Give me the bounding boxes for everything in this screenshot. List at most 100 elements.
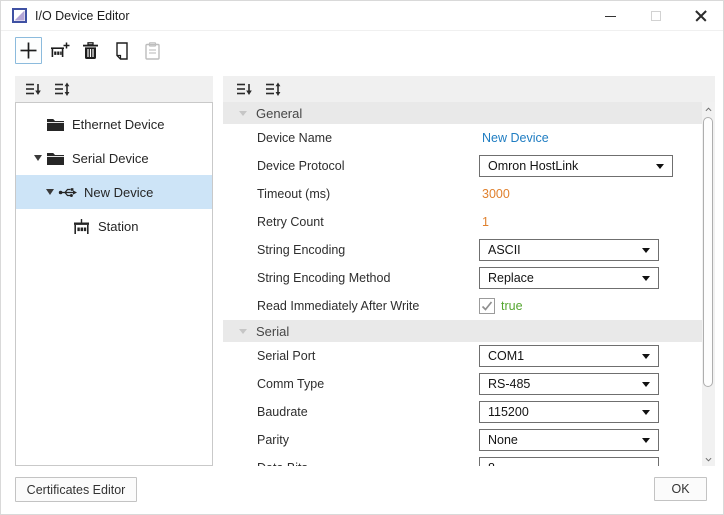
dropdown-selected-value: COM1 — [488, 349, 642, 363]
close-icon — [695, 10, 707, 22]
property-value: 115200 — [479, 401, 659, 423]
property-panel: GeneralDevice NameNew DeviceDevice Proto… — [223, 76, 715, 466]
dropdown-comm-type[interactable]: RS-485 — [479, 373, 659, 395]
dropdown-baudrate[interactable]: 115200 — [479, 401, 659, 423]
folder-icon — [46, 117, 65, 132]
dropdown-selected-value: 8 — [488, 461, 642, 466]
dropdown-selected-value: RS-485 — [488, 377, 642, 391]
collapse-all-icon[interactable] — [25, 82, 42, 97]
dropdown-arrow-icon — [656, 164, 664, 169]
paste-icon — [145, 42, 160, 60]
ok-button[interactable]: OK — [654, 477, 707, 501]
dropdown-serial-port[interactable]: COM1 — [479, 345, 659, 367]
property-label: Timeout (ms) — [223, 187, 479, 201]
property-value: Omron HostLink — [479, 155, 673, 177]
property-value: 8 — [479, 457, 659, 466]
dropdown-selected-value: ASCII — [488, 243, 642, 257]
property-label: Device Name — [223, 131, 479, 145]
station-plus-icon — [50, 42, 70, 60]
io-device-editor-window: { "window": { "title": "I/O Device Edito… — [0, 0, 724, 515]
title-bar: I/O Device Editor — [1, 1, 723, 31]
copy-button[interactable] — [108, 37, 135, 64]
property-row-serial-port: Serial Port COM1 — [223, 342, 702, 370]
chevron-down-icon — [46, 189, 54, 195]
usb-icon — [58, 185, 78, 200]
section-header-general[interactable]: General — [223, 102, 702, 124]
section-title: Serial — [256, 324, 289, 339]
property-value: RS-485 — [479, 373, 659, 395]
toolbar — [15, 37, 166, 64]
app-logo-icon — [12, 8, 27, 23]
plus-icon — [19, 41, 38, 60]
property-value: true — [479, 298, 523, 314]
expand-all-icon[interactable] — [54, 82, 71, 97]
property-text-value[interactable]: New Device — [479, 131, 549, 145]
scroll-down-arrow-icon[interactable] — [702, 452, 715, 466]
section-collapse-icon — [239, 111, 247, 116]
checkbox-value-text: true — [501, 299, 523, 313]
scrollbar-thumb[interactable] — [703, 117, 713, 387]
minimize-button[interactable] — [588, 1, 633, 31]
property-value: ASCII — [479, 239, 659, 261]
property-label: String Encoding — [223, 243, 479, 257]
delete-button[interactable] — [77, 37, 104, 64]
property-value: COM1 — [479, 345, 659, 367]
property-text-value[interactable]: 1 — [479, 215, 489, 229]
property-row-device-name: Device NameNew Device — [223, 124, 702, 152]
tree-item-new-device[interactable]: New Device — [16, 175, 212, 209]
folder-icon — [46, 151, 65, 166]
property-label: Baudrate — [223, 405, 479, 419]
dropdown-device-protocol[interactable]: Omron HostLink — [479, 155, 673, 177]
property-grid-wrap: GeneralDevice NameNew DeviceDevice Proto… — [223, 102, 715, 466]
tree-item-serial-device[interactable]: Serial Device — [16, 141, 212, 175]
dropdown-parity[interactable]: None — [479, 429, 659, 451]
expand-all-icon[interactable] — [265, 82, 282, 97]
window-controls — [588, 1, 723, 31]
tree-item-label: Station — [98, 219, 138, 234]
property-row-string-encoding-method: String Encoding Method Replace — [223, 264, 702, 292]
certificates-editor-button[interactable]: Certificates Editor — [15, 477, 137, 502]
station-icon — [72, 218, 91, 235]
tree-expander-icon[interactable] — [42, 189, 58, 195]
tree-item-station[interactable]: Station — [16, 209, 212, 243]
dropdown-arrow-icon — [642, 382, 650, 387]
dropdown-selected-value: 115200 — [488, 405, 642, 419]
scroll-up-arrow-icon[interactable] — [702, 102, 715, 116]
property-text-value[interactable]: 3000 — [479, 187, 510, 201]
dropdown-arrow-icon — [642, 438, 650, 443]
property-label: Data Bits — [223, 461, 479, 466]
property-row-parity: Parity None — [223, 426, 702, 454]
tree-expander-icon[interactable] — [30, 155, 46, 161]
dropdown-selected-value: Omron HostLink — [488, 159, 656, 173]
checkbox-read-immediately-after-write[interactable] — [479, 298, 495, 314]
section-collapse-icon — [239, 329, 247, 334]
property-row-read-immediately-after-write: Read Immediately After Writetrue — [223, 292, 702, 320]
dropdown-string-encoding[interactable]: ASCII — [479, 239, 659, 261]
maximize-button[interactable] — [633, 1, 678, 31]
trash-icon — [82, 42, 99, 60]
property-label: Serial Port — [223, 349, 479, 363]
property-label: Retry Count — [223, 215, 479, 229]
dropdown-data-bits[interactable]: 8 — [479, 457, 659, 466]
tree-item-label: Ethernet Device — [72, 117, 165, 132]
property-label: Parity — [223, 433, 479, 447]
dropdown-selected-value: Replace — [488, 271, 642, 285]
property-label: String Encoding Method — [223, 271, 479, 285]
property-label: Comm Type — [223, 377, 479, 391]
maximize-icon — [651, 11, 661, 21]
tree-item-ethernet-device[interactable]: Ethernet Device — [16, 107, 212, 141]
tree-item-label: Serial Device — [72, 151, 149, 166]
dropdown-arrow-icon — [642, 410, 650, 415]
dropdown-string-encoding-method[interactable]: Replace — [479, 267, 659, 289]
section-header-serial[interactable]: Serial — [223, 320, 702, 342]
collapse-all-icon[interactable] — [236, 82, 253, 97]
close-button[interactable] — [678, 1, 723, 31]
property-row-string-encoding: String Encoding ASCII — [223, 236, 702, 264]
copy-icon — [114, 42, 130, 60]
add-device-button[interactable] — [15, 37, 42, 64]
vertical-scrollbar[interactable] — [702, 102, 715, 466]
paste-button[interactable] — [139, 37, 166, 64]
dropdown-selected-value: None — [488, 433, 642, 447]
property-value: None — [479, 429, 659, 451]
add-station-button[interactable] — [46, 37, 73, 64]
